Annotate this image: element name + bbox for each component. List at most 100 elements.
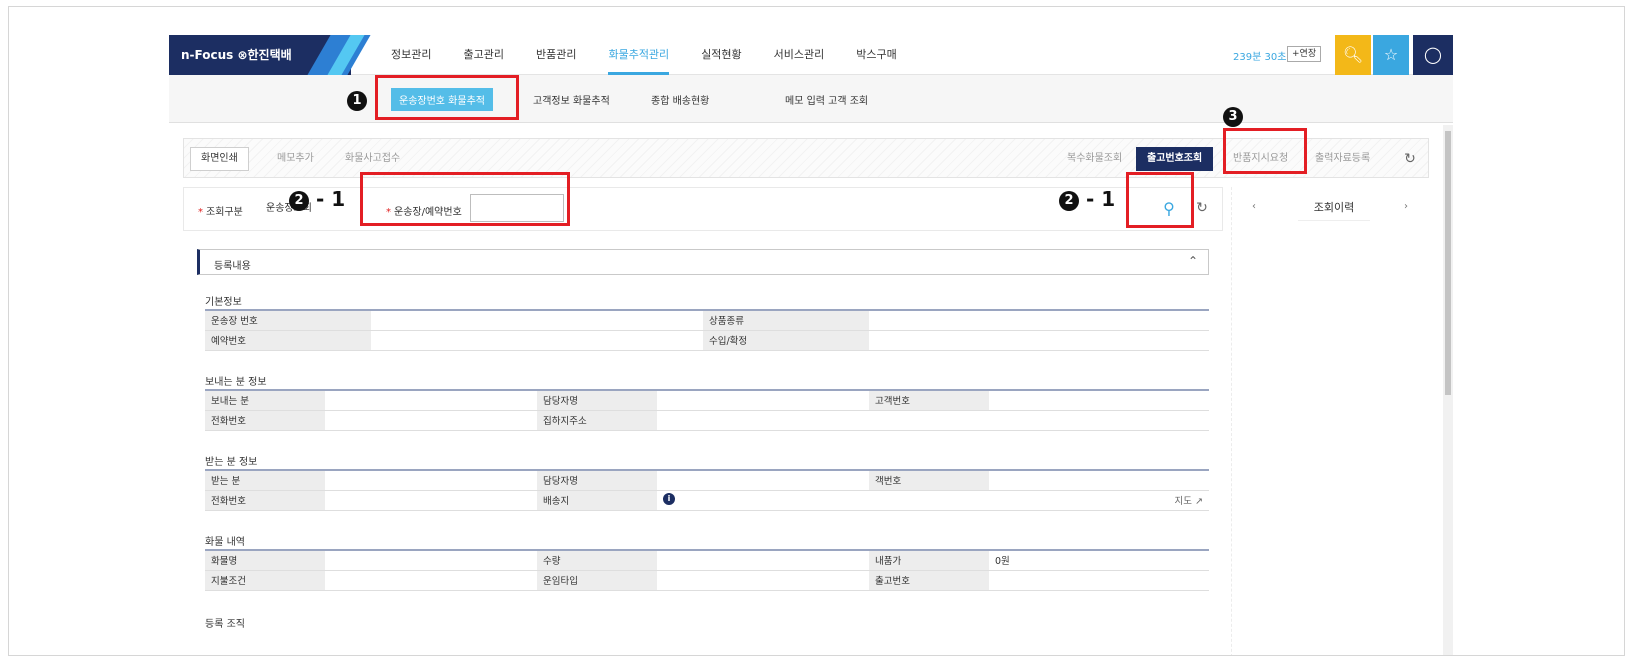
refresh-icon[interactable]: ↻ [1398,147,1422,171]
cell-value [989,570,1209,591]
subnav-customer-tracking[interactable]: 고객정보 화물추적 [533,92,610,107]
table-row: 화물명 수량 내품가 0원 [205,550,1209,571]
info-icon[interactable]: i [663,493,675,505]
group-title-org: 등록 조직 [205,619,245,630]
cell-value [325,390,537,411]
cell-label: 받는 분 [205,470,325,491]
required-mark: * [198,207,203,218]
logo[interactable]: n-Focus ⊗한진택배 [169,35,371,75]
external-link-icon: ↗ [1195,496,1203,507]
user-button[interactable]: ◯ [1413,35,1453,75]
collapse-left-icon[interactable]: ‹ [1252,201,1256,212]
cell-label: 상품종류 [703,310,869,331]
subnav-delivery-status[interactable]: 종합 배송현황 [651,92,709,107]
annotation-box-2a [360,172,570,226]
cell-label: 전화번호 [205,410,325,431]
cell-label: 보내는 분 [205,390,325,411]
section-header[interactable]: 등록내용 ⌃ [197,249,1209,275]
cell-label: 화물명 [205,550,325,571]
table-row: 지불조건 운임타입 출고번호 [205,570,1209,591]
cell-label: 고객번호 [869,390,989,411]
annotation-box-2b [1126,172,1194,228]
marker-3-number: 3 [1223,106,1243,127]
nav-info[interactable]: 정보관리 [391,35,431,75]
history-title[interactable]: 조회이력 [1298,195,1370,221]
cell-label: 전화번호 [205,490,325,511]
cell-value [989,470,1209,491]
table-row: 보내는 분 담당자명 고객번호 [205,390,1209,411]
cell-value: 0원 [989,550,1209,571]
cell-label: 담당자명 [537,470,657,491]
cell-label: 집하지주소 [537,410,657,431]
favorites-button[interactable]: ☆ [1373,35,1409,75]
cell-value: i 지도 ↗ [657,490,1209,511]
cell-value [657,390,869,411]
cell-value [657,410,1209,431]
annotation-marker-2a: 2 - 1 [289,187,345,211]
cell-value [989,390,1209,411]
cell-value [325,570,537,591]
cell-value [657,470,869,491]
table-row: 예약번호 수입/확정 [205,330,1209,351]
header-search-button[interactable]: 🔍︎ [1335,35,1371,75]
group-title-basic: 기본정보 [205,297,242,308]
nav-service[interactable]: 서비스관리 [774,35,825,75]
chevron-up-icon[interactable]: ⌃ [1188,254,1198,268]
search-icon: 🔍︎ [1342,45,1364,64]
star-icon: ☆ [1383,45,1399,64]
map-link[interactable]: 지도 ↗ [1175,493,1203,507]
cell-label: 수입/확정 [703,330,869,351]
cell-label: 내품가 [869,550,989,571]
cell-label: 예약번호 [205,330,371,351]
cargo-info-table: 화물명 수량 내품가 0원 지불조건 운임타입 출고번호 [205,549,1209,591]
collapse-right-icon[interactable]: › [1404,201,1408,212]
multi-cargo-search-button[interactable]: 복수화물조회 [1056,147,1133,171]
nav-returns[interactable]: 반품관리 [536,35,576,75]
subnav-memo-search[interactable]: 메모 입력 고객 조회 [785,92,868,107]
cell-label: 수량 [537,550,657,571]
add-memo-button[interactable]: 메모추가 [266,147,325,171]
annotation-box-3 [1223,128,1307,174]
map-link-text: 지도 [1174,496,1192,507]
overlay-gap [869,235,893,245]
vertical-scrollbar[interactable] [1443,125,1453,655]
release-no-search-button[interactable]: 출고번호조회 [1136,147,1214,171]
logo-text: n-Focus ⊗한진택배 [181,48,292,62]
group-title-receiver: 받는 분 정보 [205,457,258,468]
annotation-marker-3: 3 [1223,103,1243,127]
scrollbar-thumb[interactable] [1445,131,1451,395]
history-panel: ‹ 조회이력 › [1231,187,1435,655]
cell-value [657,550,869,571]
table-row: 받는 분 담당자명 객번호 [205,470,1209,491]
table-row: 전화번호 배송지 i 지도 ↗ [205,490,1209,511]
cell-label: 운송장 번호 [205,310,371,331]
nav-release[interactable]: 출고관리 [463,35,503,75]
cell-label: 지불조건 [205,570,325,591]
output-register-button[interactable]: 출력자료등록 [1304,147,1381,171]
top-header: n-Focus ⊗한진택배 정보관리 출고관리 반품관리 화물추적관리 실적현황… [169,35,1453,75]
table-row: 운송장 번호 상품종류 [205,310,1209,331]
receiver-info-table: 받는 분 담당자명 객번호 전화번호 배송지 i 지도 ↗ [205,469,1209,511]
cell-value [325,410,537,431]
accident-report-button[interactable]: 화물사고접수 [334,147,411,171]
search-type-label: * 조회구분 [198,203,243,218]
cell-value [657,570,869,591]
cell-value [869,310,1209,331]
print-screen-button[interactable]: 화면인쇄 [190,147,249,171]
search-type-label-text: 조회구분 [206,207,243,218]
cell-label: 운임타입 [537,570,657,591]
marker-1-number: 1 [347,90,367,111]
annotation-marker-2b: 2 - 1 [1059,187,1115,211]
session-timer: 239분 30초 [1233,52,1287,63]
screenshot-frame: n-Focus ⊗한진택배 정보관리 출고관리 반품관리 화물추적관리 실적현황… [8,6,1625,656]
cell-label: 배송지 [537,490,657,511]
cell-label: 객번호 [869,470,989,491]
marker-2a-suffix: - 1 [315,187,346,211]
cell-value [325,550,537,571]
cell-label: 담당자명 [537,390,657,411]
extend-session-button[interactable]: +연장 [1287,46,1322,62]
cell-value [371,310,703,331]
nav-box-purchase[interactable]: 박스구매 [856,35,896,75]
nav-tracking[interactable]: 화물추적관리 [608,35,669,75]
nav-performance[interactable]: 실적현황 [701,35,741,75]
